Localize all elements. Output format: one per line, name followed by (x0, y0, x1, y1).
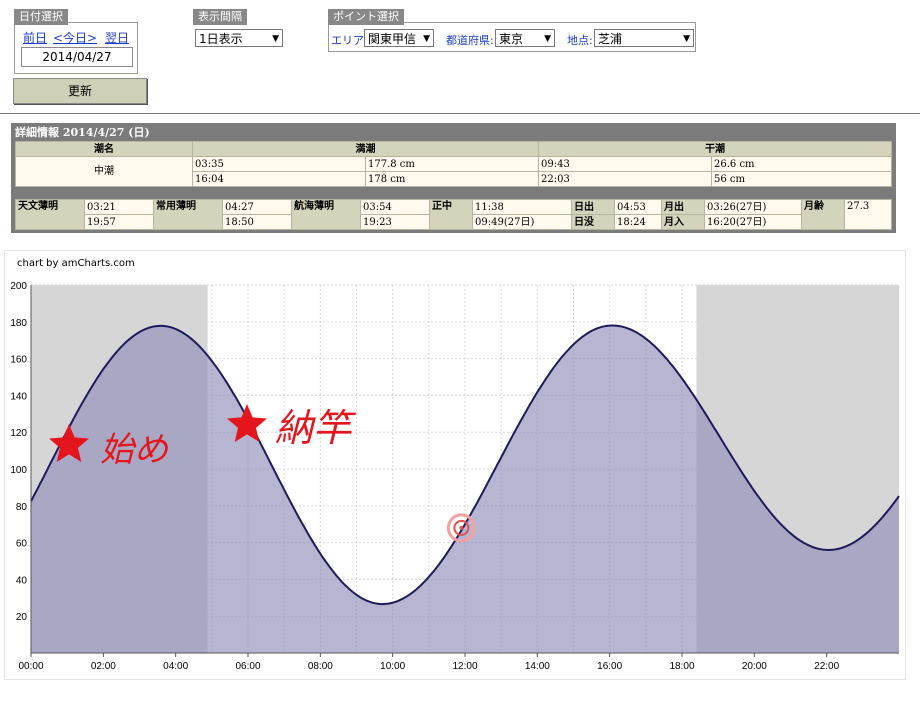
x-tick-label: 22:00 (814, 661, 839, 672)
low-tide-height-2: 56 cm (711, 171, 892, 187)
annotation-start: 始め (100, 430, 169, 470)
sunset-label: 日没 (571, 214, 615, 230)
transit-sun: 11:38 (472, 199, 572, 215)
prefecture-select[interactable]: 東京 ▼ (495, 29, 555, 47)
tide-name-value: 中潮 (15, 156, 193, 187)
point-panel: ポイント選択 エリア: 関東甲信 ▼ 都道府県: 東京 ▼ 地点: 芝浦 ▼ (328, 9, 698, 52)
interval-select[interactable]: 1日表示 ▼ (195, 29, 283, 47)
moonrise-label: 月出 (661, 199, 705, 215)
x-tick-label: 02:00 (91, 661, 116, 672)
transit-label: 正中 (429, 199, 473, 230)
spot-select[interactable]: 芝浦 ▼ (594, 29, 694, 47)
tide-name-header: 潮名 (15, 141, 193, 157)
tide-chart: chart by amCharts.com 20 40 60 80 100 120 140 1… (4, 250, 906, 680)
prev-day-link[interactable]: 前日 (23, 29, 47, 46)
area-label: エリア: (331, 34, 368, 47)
chevron-down-icon: ▼ (544, 34, 551, 44)
moon-age-label: 月齢 (801, 199, 845, 230)
detail-panel: 詳細情報 2014/4/27 (日) 潮名 満潮 干潮 中潮 03:35 177… (11, 123, 896, 233)
y-tick-label: 80 (16, 502, 28, 513)
y-tick-label: 160 (10, 355, 27, 366)
nautical-twilight-end: 19:23 (360, 214, 430, 230)
high-tide-time-2: 16:04 (192, 171, 366, 187)
x-tick-label: 06:00 (235, 661, 260, 672)
prefecture-label: 都道府県: (446, 34, 494, 47)
astro-table: 天文薄明 03:21 常用薄明 04:27 航海薄明 03:54 正中 11:3… (15, 199, 892, 230)
tide-table: 潮名 満潮 干潮 中潮 03:35 177.8 cm 09:43 26.6 cm… (15, 141, 892, 187)
next-day-link[interactable]: 翌日 (105, 29, 129, 46)
spot-label: 地点: (567, 34, 593, 47)
sunset-value: 18:24 (614, 214, 662, 230)
area-select-value: 関東甲信 (368, 32, 417, 46)
date-panel-label: 日付選択 (14, 9, 68, 25)
high-tide-time-1: 03:35 (192, 156, 366, 172)
civil-twilight-end: 18:50 (222, 214, 292, 230)
x-tick-label: 08:00 (308, 661, 333, 672)
annotation-end: 納竿 (275, 406, 357, 450)
prefecture-select-value: 東京 (499, 32, 524, 46)
chevron-down-icon: ▼ (423, 34, 430, 44)
x-tick-label: 04:00 (163, 661, 188, 672)
moonset-value: 16:20(27日) (704, 214, 802, 230)
low-tide-height-1: 26.6 cm (711, 156, 892, 172)
y-tick-label: 100 (10, 465, 27, 476)
x-tick-label: 20:00 (742, 661, 767, 672)
high-tide-height-1: 177.8 cm (365, 156, 539, 172)
moonrise-value: 03:26(27日) (704, 199, 802, 215)
x-tick-label: 18:00 (669, 661, 694, 672)
y-tick-label: 140 (10, 391, 27, 402)
divider (0, 113, 920, 114)
nautical-twilight-start: 03:54 (360, 199, 430, 215)
x-tick-label: 14:00 (525, 661, 550, 672)
date-panel: 日付選択 前日 <今日> 翌日 2014/04/27 (14, 9, 138, 74)
x-tick-label: 10:00 (380, 661, 405, 672)
y-tick-label: 40 (16, 575, 28, 586)
low-tide-time-1: 09:43 (538, 156, 712, 172)
transit-moon: 09:49(27日) (472, 214, 572, 230)
x-tick-label: 12:00 (452, 661, 477, 672)
sunrise-value: 04:53 (614, 199, 662, 215)
chevron-down-icon: ▼ (683, 34, 690, 44)
civil-twilight-start: 04:27 (222, 199, 292, 215)
moon-age-value: 27.3 (844, 199, 892, 230)
y-tick-label: 180 (10, 318, 27, 329)
high-tide-height-2: 178 cm (365, 171, 539, 187)
x-tick-label: 16:00 (597, 661, 622, 672)
sunrise-label: 日出 (571, 199, 615, 215)
x-tick-label: 00:00 (18, 661, 43, 672)
civil-twilight-label: 常用薄明 (153, 199, 223, 230)
astronomical-twilight-start: 03:21 (84, 199, 154, 215)
low-tide-header: 干潮 (538, 141, 892, 157)
marker-dot (459, 525, 464, 530)
astronomical-twilight-label: 天文薄明 (15, 199, 85, 230)
area-select[interactable]: 関東甲信 ▼ (364, 29, 434, 47)
low-tide-time-2: 22:03 (538, 171, 712, 187)
y-tick-label: 20 (16, 612, 28, 623)
date-field[interactable]: 2014/04/27 (21, 47, 133, 67)
y-tick-label: 120 (10, 428, 27, 439)
high-tide-header: 満潮 (192, 141, 539, 157)
chevron-down-icon: ▼ (272, 34, 279, 44)
spot-select-value: 芝浦 (598, 32, 623, 46)
y-tick-label: 60 (16, 539, 28, 550)
moonset-label: 月入 (661, 214, 705, 230)
interval-select-value: 1日表示 (199, 32, 243, 46)
update-button[interactable]: 更新 (13, 78, 147, 104)
astronomical-twilight-end: 19:57 (84, 214, 154, 230)
interval-panel: 表示間隔 1日表示 ▼ (193, 9, 285, 51)
nautical-twilight-label: 航海薄明 (291, 199, 361, 230)
y-tick-label: 200 (10, 281, 27, 292)
tide-chart-svg: 20 40 60 80 100 120 140 160 180 200 00:00 02:00 04:0… (10, 281, 900, 672)
detail-title: 詳細情報 2014/4/27 (日) (15, 126, 150, 139)
today-link[interactable]: <今日> (53, 29, 97, 46)
point-panel-label: ポイント選択 (328, 9, 404, 25)
interval-panel-label: 表示間隔 (193, 9, 247, 25)
